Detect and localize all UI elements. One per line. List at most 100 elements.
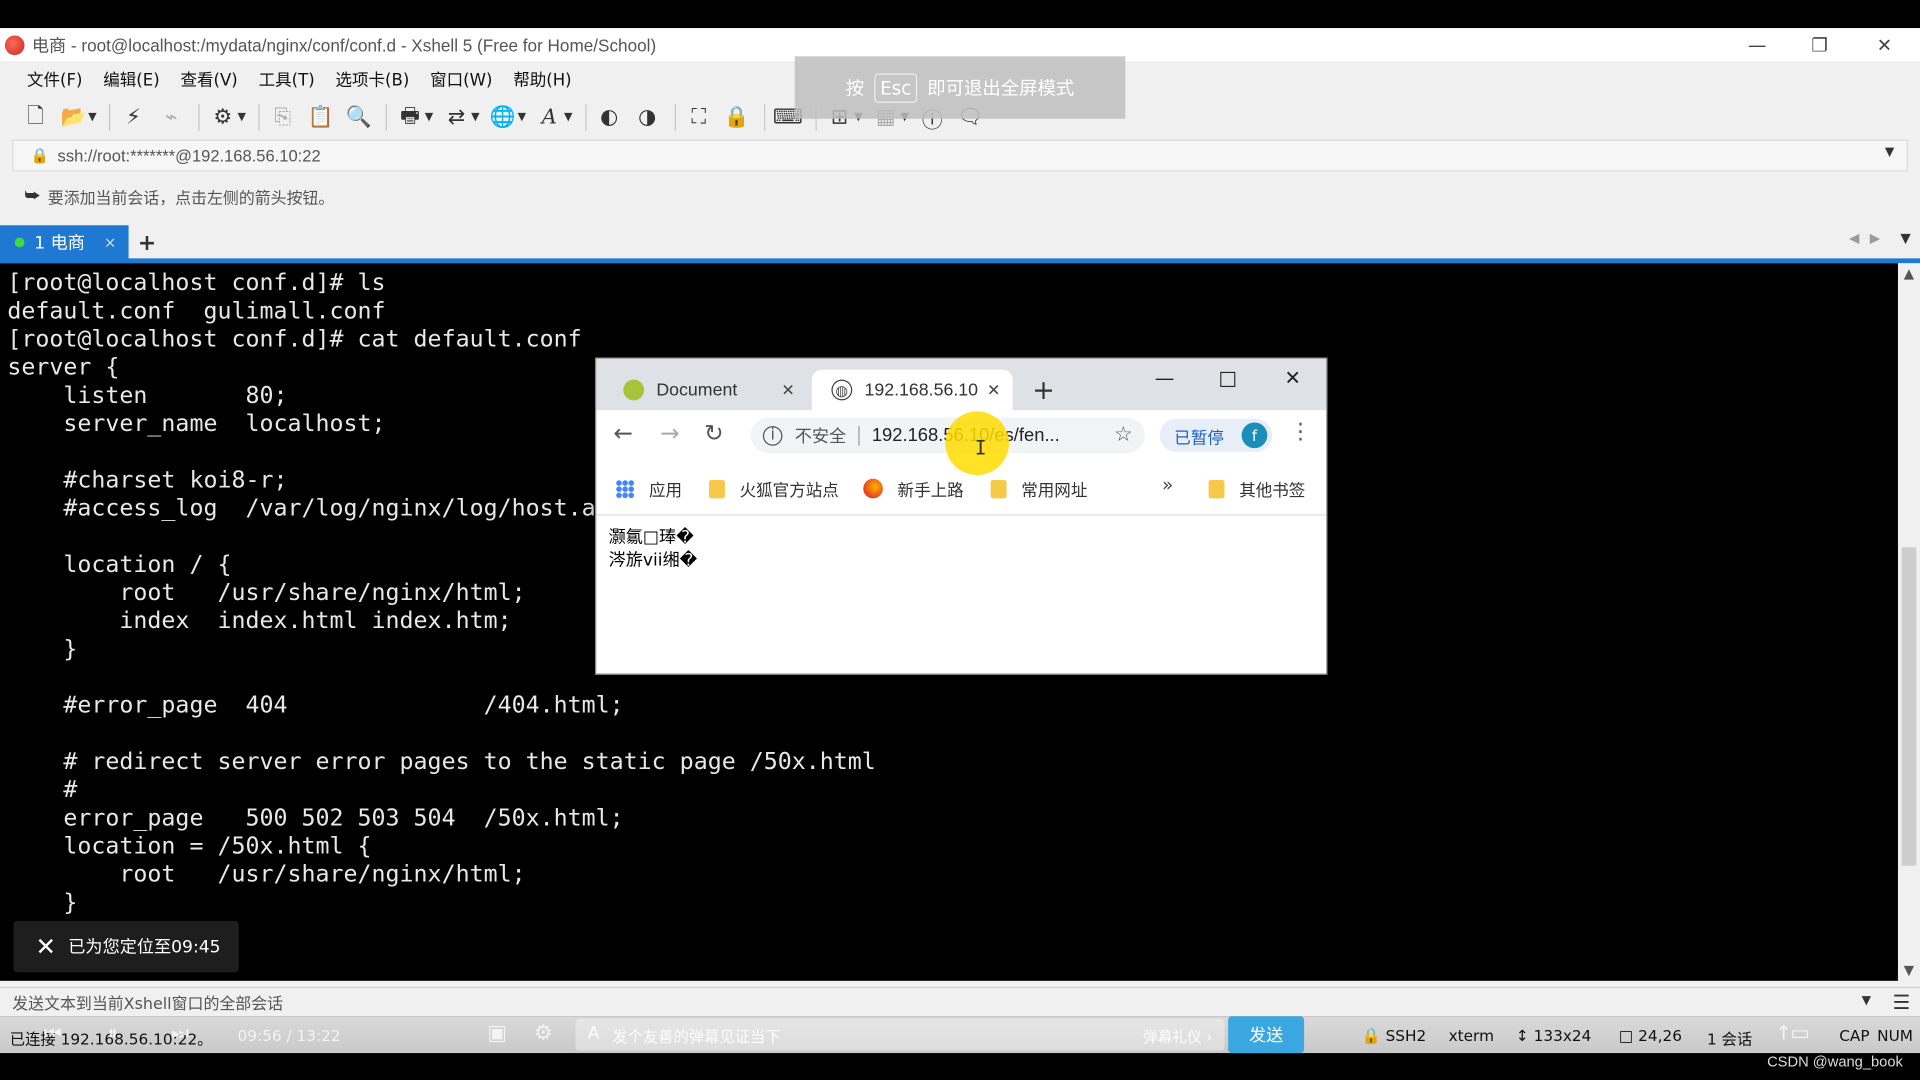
video-frame: 电商 - root@localhost:/mydata/nginx/conf/c… bbox=[0, 0, 1920, 1080]
danmaku-input[interactable]: A 发个友善的弹幕见证当下 弹幕礼仪 › bbox=[575, 1018, 1225, 1051]
menu-edit[interactable]: 编辑(E) bbox=[103, 66, 159, 91]
lock-screen-icon[interactable]: 🔒 bbox=[723, 104, 750, 131]
copy-icon[interactable]: ⎘ bbox=[269, 104, 296, 131]
tab-next-icon[interactable]: ▶ bbox=[1870, 230, 1880, 246]
toolbar-divider bbox=[674, 104, 676, 132]
browser-tab-document[interactable]: Document ✕ bbox=[604, 370, 807, 410]
folder-icon bbox=[708, 479, 725, 498]
reload-icon[interactable]: ↻ bbox=[704, 420, 723, 447]
danmaku-style-icon[interactable]: A bbox=[588, 1024, 600, 1044]
more-bookmarks-icon[interactable]: » bbox=[1162, 474, 1173, 496]
chevron-down-icon[interactable]: ▼ bbox=[237, 111, 245, 123]
cursor-position-text: 24,26 bbox=[1638, 1026, 1682, 1045]
pause-icon[interactable]: ⏸ bbox=[108, 1021, 118, 1045]
bookmark-label: 其他书签 bbox=[1239, 481, 1306, 501]
caps-lock-indicator: CAP bbox=[1839, 1026, 1870, 1045]
tab-list-icon[interactable]: ▼ bbox=[1900, 230, 1910, 246]
chevron-down-icon[interactable]: ▼ bbox=[88, 111, 96, 123]
scroll-up-icon[interactable]: ▲ bbox=[1898, 266, 1920, 282]
xmanager-icon[interactable]: ◑ bbox=[634, 104, 661, 131]
other-bookmarks[interactable]: 其他书签 bbox=[1208, 476, 1306, 501]
close-icon[interactable]: ✕ bbox=[987, 380, 1000, 400]
browser-tab-strip: Document ✕ ◍ 192.168.56.10 ✕ + — □ ✕ bbox=[596, 358, 1327, 411]
pip-icon[interactable]: ▭ bbox=[1790, 1021, 1810, 1045]
minimize-icon[interactable]: — bbox=[1155, 366, 1175, 389]
close-icon[interactable]: ✕ bbox=[1285, 366, 1301, 389]
xftp-icon[interactable]: ◐ bbox=[596, 104, 623, 131]
print-icon[interactable]: 🖶 bbox=[397, 103, 424, 131]
status-bar: 已连接 192.168.56.10:22。 ⏮ ⏸ ⏭ 09:56 / 13:2… bbox=[0, 1016, 1920, 1080]
tab-session-1[interactable]: 1 电商 × bbox=[0, 225, 129, 260]
session-hint-text: 要添加当前会话，点击左侧的箭头按钮。 bbox=[47, 189, 335, 208]
chevron-down-icon[interactable]: ▼ bbox=[1862, 994, 1871, 1007]
session-address-bar[interactable]: 🔒 ssh://root:*******@192.168.56.10:22 ▼ bbox=[12, 139, 1908, 172]
globe-icon[interactable]: 🌐 bbox=[489, 104, 516, 131]
bookmark-common-sites[interactable]: 常用网址 bbox=[990, 476, 1087, 501]
minimize-button[interactable]: — bbox=[1729, 28, 1785, 61]
open-folder-icon[interactable]: 📂 bbox=[60, 104, 87, 131]
menu-help[interactable]: 帮助(H) bbox=[513, 66, 571, 91]
transfer-icon[interactable]: ⇄ bbox=[443, 104, 470, 131]
new-session-icon[interactable]: 🗋 bbox=[22, 103, 49, 131]
menu-tabs[interactable]: 选项卡(B) bbox=[335, 66, 409, 91]
paste-icon[interactable]: 📋 bbox=[307, 104, 334, 131]
forward-icon[interactable]: → bbox=[660, 420, 679, 447]
danmaku-settings-icon[interactable]: ⚙ bbox=[534, 1021, 553, 1045]
kebab-menu-icon[interactable]: ⋮ bbox=[1289, 419, 1311, 445]
terminal-line: #error_page 404 /404.html; bbox=[7, 691, 624, 719]
bookmark-getting-started[interactable]: 新手上路 bbox=[863, 476, 964, 501]
bookmark-apps[interactable]: 应用 bbox=[615, 476, 682, 501]
menu-tools[interactable]: 工具(T) bbox=[259, 66, 315, 91]
menu-file[interactable]: 文件(F) bbox=[27, 66, 82, 91]
session-hint-bar: ⮩ 要添加当前会话，点击左侧的箭头按钮。 bbox=[12, 179, 1908, 213]
next-icon[interactable]: ⏭ bbox=[171, 1021, 189, 1045]
close-icon[interactable]: ✕ bbox=[781, 380, 794, 400]
chevron-down-icon[interactable]: ▼ bbox=[471, 111, 479, 123]
scrollbar-thumb[interactable] bbox=[1901, 547, 1917, 866]
tab-close-icon[interactable]: × bbox=[104, 234, 116, 251]
prev-icon[interactable]: ⏮ bbox=[44, 1021, 62, 1045]
toolbar-divider bbox=[763, 104, 765, 132]
close-icon[interactable]: ✕ bbox=[36, 932, 57, 961]
danmaku-send-button[interactable]: 发送 bbox=[1228, 1016, 1305, 1054]
back-icon[interactable]: ← bbox=[613, 420, 632, 447]
font-icon[interactable]: A bbox=[536, 104, 563, 131]
danmaku-etiquette-link[interactable]: 弹幕礼仪 › bbox=[1143, 1026, 1212, 1047]
bookmark-firefox-site[interactable]: 火狐官方站点 bbox=[708, 476, 839, 501]
terminal-scrollbar[interactable]: ▲ ▼ bbox=[1897, 263, 1920, 981]
sync-paused-button[interactable]: 已暂停 f bbox=[1159, 418, 1273, 452]
disconnect-icon[interactable]: ⌁ bbox=[158, 104, 185, 131]
compose-bar[interactable]: 发送文本到当前Xshell窗口的全部会话 ▼ ☰ bbox=[0, 986, 1920, 1017]
tab-prev-icon[interactable]: ◀ bbox=[1849, 230, 1859, 246]
folder-icon bbox=[1208, 479, 1225, 498]
bookmark-star-icon[interactable]: ☆ bbox=[1114, 422, 1133, 446]
add-tab-button[interactable]: + bbox=[132, 228, 161, 257]
connect-icon[interactable]: ⚡ bbox=[120, 104, 147, 131]
restore-button[interactable]: ❐ bbox=[1791, 28, 1847, 61]
danmaku-toggle-icon[interactable]: ▣ bbox=[487, 1021, 507, 1045]
find-icon[interactable]: 🔍 bbox=[345, 104, 372, 131]
chevron-down-icon[interactable]: ▼ bbox=[1885, 146, 1894, 159]
browser-tab-active[interactable]: ◍ 192.168.56.10 ✕ bbox=[811, 369, 1013, 411]
info-icon[interactable]: i bbox=[762, 425, 783, 446]
chevron-down-icon[interactable]: ▼ bbox=[425, 111, 433, 123]
terminal-type: xterm bbox=[1448, 1026, 1495, 1045]
menu-view[interactable]: 查看(V) bbox=[180, 66, 237, 91]
fullscreen-icon[interactable]: ⛶ bbox=[685, 104, 712, 131]
chevron-down-icon[interactable]: ▼ bbox=[564, 111, 572, 123]
chevron-down-icon[interactable]: ▼ bbox=[518, 111, 526, 123]
scroll-down-icon[interactable]: ▼ bbox=[1898, 962, 1920, 978]
menu-window[interactable]: 窗口(W) bbox=[430, 66, 492, 91]
new-tab-button[interactable]: + bbox=[1032, 376, 1055, 407]
maximize-icon[interactable]: □ bbox=[1218, 366, 1237, 389]
properties-icon[interactable]: ⚙ bbox=[209, 104, 236, 131]
top-black-bar bbox=[0, 0, 1920, 29]
close-button[interactable]: ✕ bbox=[1856, 28, 1912, 61]
add-session-arrow-icon[interactable]: ⮩ bbox=[24, 186, 40, 206]
fs-tip-suffix: 即可退出全屏模式 bbox=[927, 77, 1075, 100]
danmaku-placeholder: 发个友善的弹幕见证当下 bbox=[612, 1026, 781, 1046]
protocol-status: 🔒 SSH2 bbox=[1361, 1026, 1427, 1045]
xshell-app-icon bbox=[4, 34, 25, 55]
avatar: f bbox=[1241, 422, 1268, 449]
menu-icon[interactable]: ☰ bbox=[1893, 991, 1911, 1014]
